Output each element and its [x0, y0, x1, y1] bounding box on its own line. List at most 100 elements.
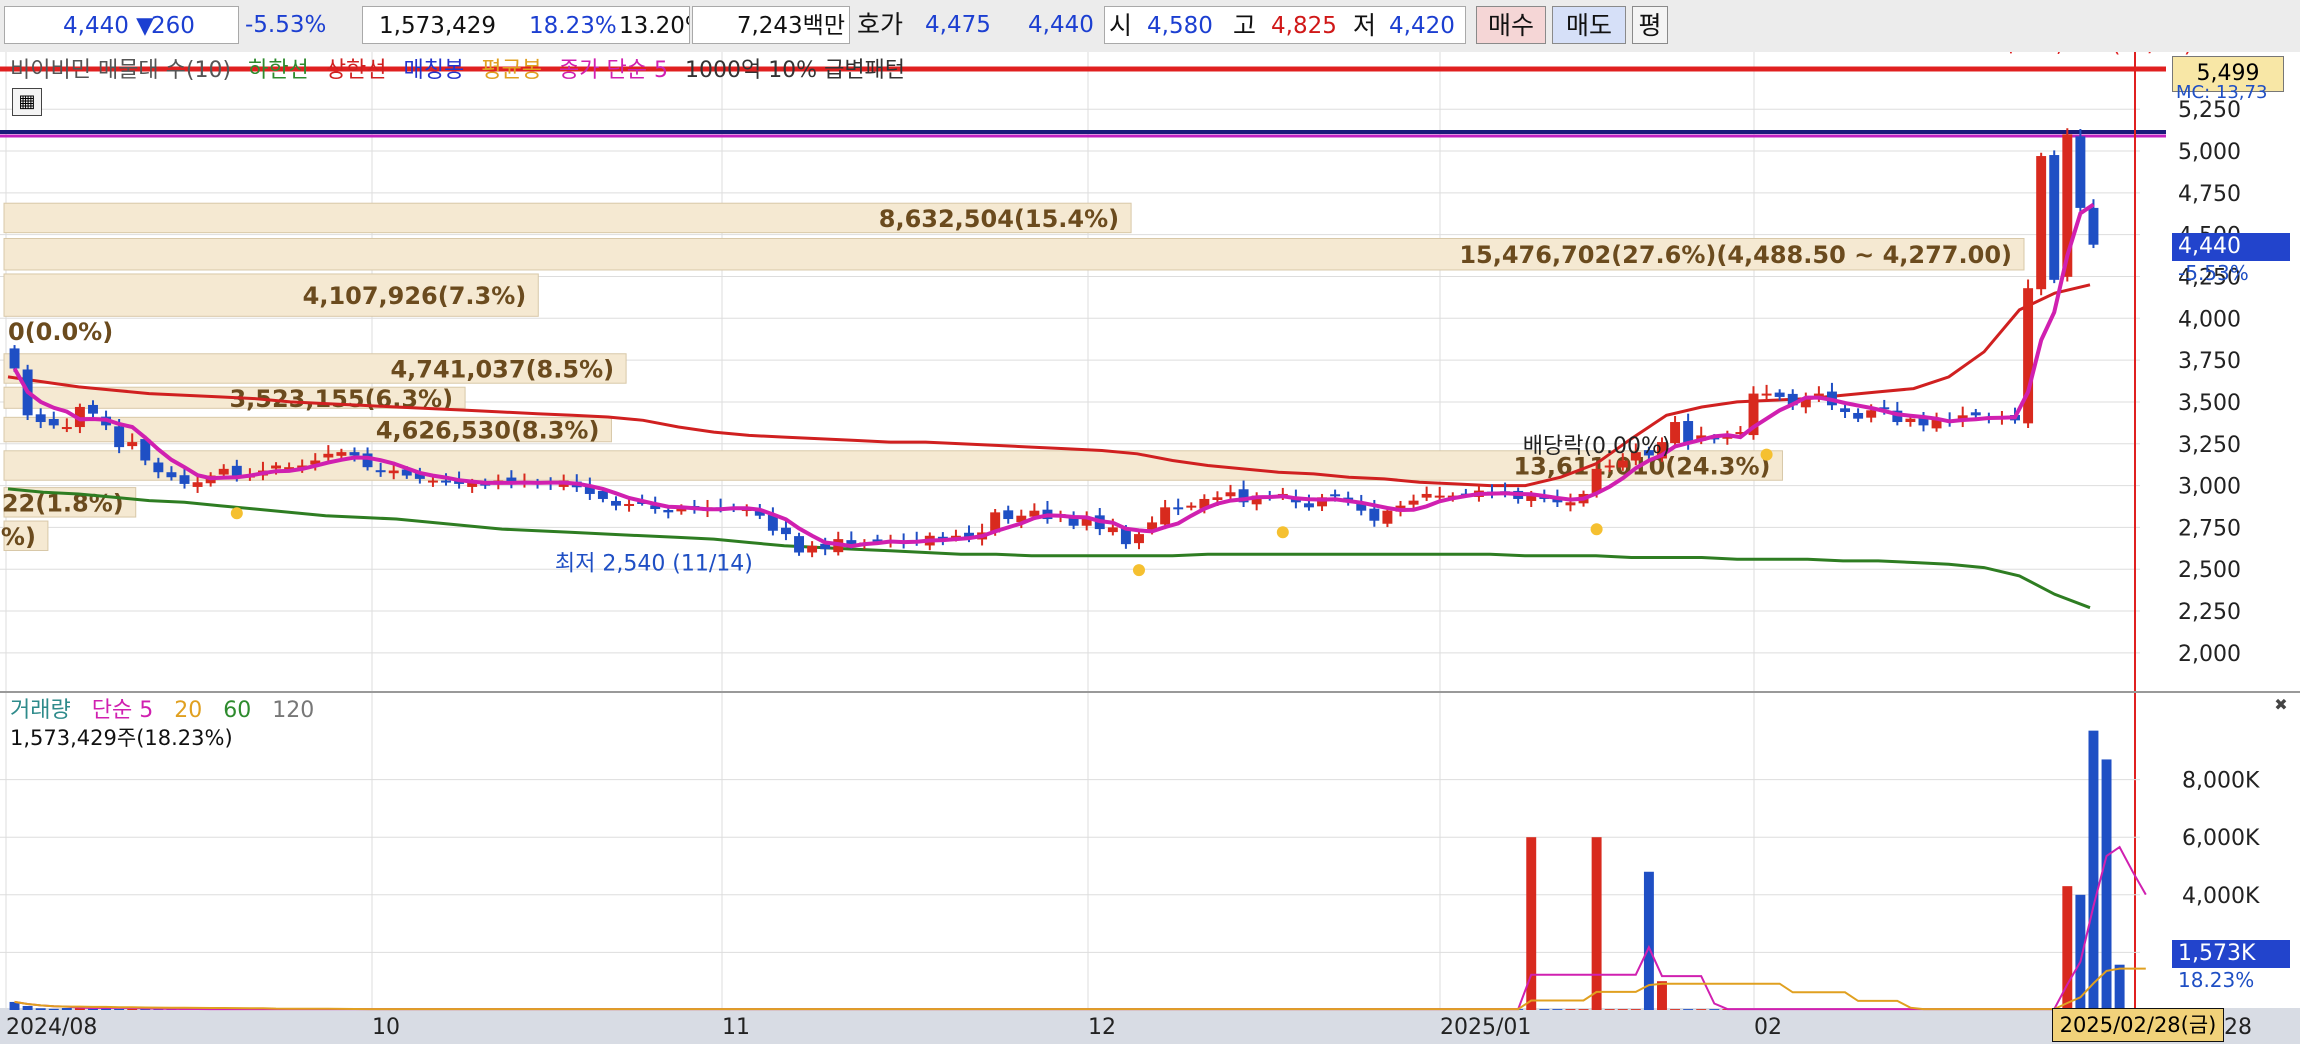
volume-profile-label: 4,741,037(8.5%) — [390, 355, 614, 383]
table-toggle-icon[interactable]: ▦ — [12, 88, 42, 116]
low-label: 저 — [1353, 11, 1377, 40]
volume-legend: 거래량 단순 5 20 60 120 — [10, 692, 328, 724]
legend-item-ma5[interactable]: 종가 단순 5 — [559, 58, 668, 83]
price-tick-label: 4,750 — [2178, 182, 2241, 207]
candle-body — [349, 452, 360, 456]
candle-body — [1107, 527, 1118, 533]
volume-tick-label: 4,000K — [2182, 884, 2260, 909]
x-tick-label: 10 — [372, 1015, 400, 1040]
candle-body — [1840, 408, 1851, 412]
candle-body — [1565, 502, 1576, 506]
legend-item-matching[interactable]: 매칭봉 — [404, 58, 465, 83]
candle-body — [1604, 465, 1615, 468]
price-annotation: 최고 5,450 (02/27) — [1994, 52, 2192, 58]
candle-body — [1160, 507, 1171, 525]
candle-body — [1970, 412, 1981, 416]
low-price: 4,420 — [1389, 13, 1455, 39]
candle-body — [127, 442, 138, 447]
price-change: 260 — [151, 13, 195, 39]
sell-button[interactable]: 매도 — [1552, 6, 1626, 44]
candle-body — [846, 540, 857, 545]
evaluate-button[interactable]: 평 — [1632, 6, 1668, 44]
x-tick-label: 12 — [1088, 1015, 1116, 1040]
volume-bar — [1578, 1009, 1589, 1010]
pattern-marker — [1760, 448, 1773, 461]
vol-legend-ma120[interactable]: 120 — [272, 698, 314, 723]
legend-item-profile[interactable]: 비이비민 매물대 수(10) — [10, 58, 231, 83]
legend-item-average[interactable]: 평균봉 — [481, 58, 542, 83]
buy-button[interactable]: 매수 — [1476, 6, 1546, 44]
volume-tick-label: 8,000K — [2182, 769, 2260, 794]
volume-bar — [35, 1008, 46, 1010]
candle-body — [48, 419, 59, 426]
vol-legend-ma5[interactable]: 단순 5 — [92, 698, 153, 723]
volume-bar — [1670, 1009, 1681, 1010]
candle-body — [1617, 460, 1628, 468]
candle-body — [388, 470, 399, 474]
candle-body — [375, 470, 386, 473]
candle-body — [179, 475, 190, 484]
amount-value: 7,243백만 — [736, 13, 845, 39]
candle-body — [166, 472, 177, 478]
candle-body — [1212, 497, 1223, 500]
candle-body — [1853, 412, 1864, 419]
legend-item-upper-band[interactable]: 상한선 — [326, 58, 387, 83]
volume-bar — [114, 1008, 125, 1010]
volume-field: 1,573,429 18.23% 13.20% — [362, 6, 690, 44]
candle-body — [427, 480, 438, 483]
price-tick-label: 3,750 — [2178, 349, 2241, 374]
collapse-icon[interactable]: ✖ — [2272, 696, 2290, 714]
volume-bar — [1643, 871, 1654, 1010]
volume-bar — [1683, 1009, 1694, 1010]
candle-body — [61, 427, 72, 430]
volume-profile-label: 4,107,926(7.3%) — [303, 282, 527, 310]
candle-body — [2036, 156, 2047, 290]
open-label: 시 — [1109, 11, 1133, 40]
vol-legend-ma60[interactable]: 60 — [223, 698, 251, 723]
x-tick-label: 2025/01 — [1440, 1015, 1531, 1040]
ask-price: 4,475 — [925, 12, 991, 38]
candle-body — [114, 426, 125, 448]
candle-body — [624, 503, 635, 506]
vol-legend-ma20[interactable]: 20 — [174, 698, 202, 723]
volume-bar — [1630, 1009, 1641, 1010]
candle-body — [9, 348, 20, 369]
pattern-marker — [230, 507, 243, 520]
candle-body — [611, 500, 621, 506]
current-price-tag: 4,440 — [2172, 233, 2290, 261]
candle-body — [1761, 393, 1772, 396]
price-tick-label: 3,500 — [2178, 391, 2241, 416]
candle-body — [1774, 392, 1785, 397]
candle-body — [1421, 493, 1432, 498]
price-tick-label: 3,250 — [2178, 433, 2241, 458]
candle-body — [1434, 495, 1445, 498]
x-tick-label: 28 — [2224, 1015, 2252, 1040]
candle-body — [1173, 507, 1184, 510]
volume-profile-label: 0(0.0%) — [8, 318, 113, 346]
candle-body — [2023, 288, 2034, 424]
x-tick-label: 02 — [1754, 1015, 1782, 1040]
high-price: 4,825 — [1271, 13, 1337, 39]
stock-chart: 2,000 2,250 2,500 2,750 3,000 3,250 3,500 3,750… — [0, 52, 2300, 1044]
candle-body — [2088, 207, 2099, 245]
candle-body — [1408, 500, 1419, 505]
price-tick-label: 2,000 — [2178, 642, 2241, 667]
volume-bar — [1617, 1009, 1628, 1010]
volume-tick-label: 6,000K — [2182, 826, 2260, 851]
high-label: 고 — [1233, 11, 1257, 40]
candle-body — [88, 404, 98, 414]
candle-body — [1330, 494, 1341, 497]
volume-bar — [2101, 759, 2112, 1010]
candle-body — [323, 453, 334, 458]
quote-label: 호가 — [857, 10, 904, 39]
legend-item-pattern[interactable]: 1000억 10% 급변패턴 — [685, 58, 905, 83]
candle-body — [1866, 410, 1877, 418]
volume-value: 1,573,429 — [379, 13, 497, 39]
volume-profile-label: 4,626,530(8.3%) — [376, 417, 600, 445]
legend-item-lower-band[interactable]: 하한선 — [248, 58, 309, 83]
vol-legend-volume[interactable]: 거래량 — [10, 698, 71, 723]
candle-body — [218, 468, 229, 475]
volume-bar — [2088, 730, 2099, 1010]
x-axis-area — [0, 1008, 2300, 1044]
candle-body — [1225, 492, 1236, 497]
